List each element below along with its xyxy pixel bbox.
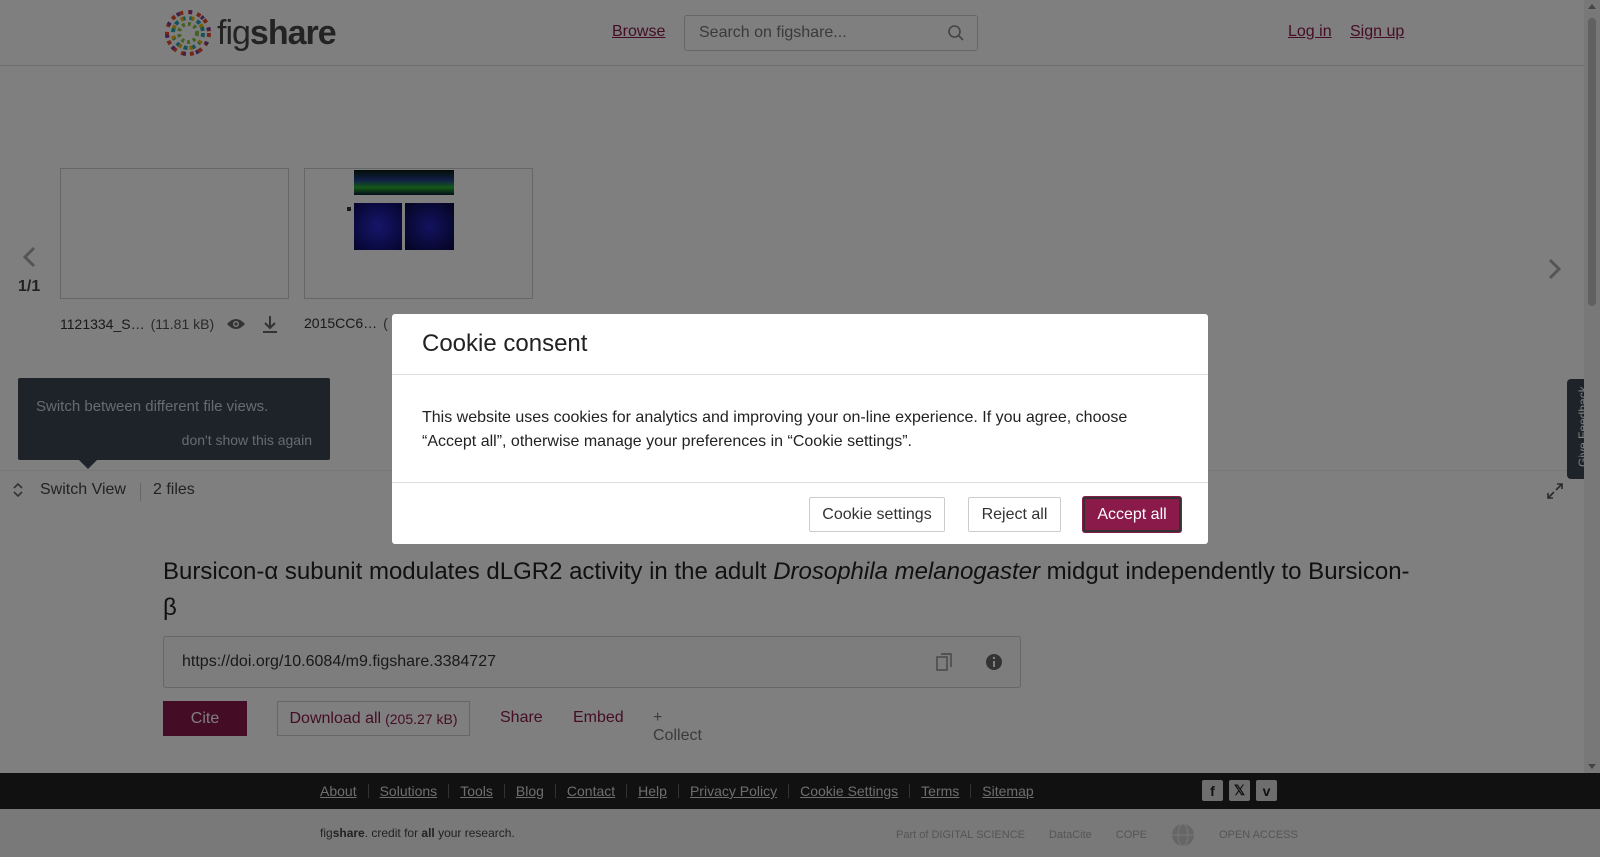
cookie-consent-text: This website uses cookies for analytics … [422, 409, 1128, 450]
accept-all-button[interactable]: Accept all [1083, 497, 1181, 532]
dialog-divider [392, 374, 1208, 375]
reject-all-button[interactable]: Reject all [968, 497, 1061, 532]
cookie-consent-dialog: Cookie consent This website uses cookies… [392, 314, 1208, 544]
dialog-divider [392, 482, 1208, 483]
cookie-settings-button[interactable]: Cookie settings [809, 497, 945, 532]
cookie-consent-title: Cookie consent [422, 330, 588, 357]
